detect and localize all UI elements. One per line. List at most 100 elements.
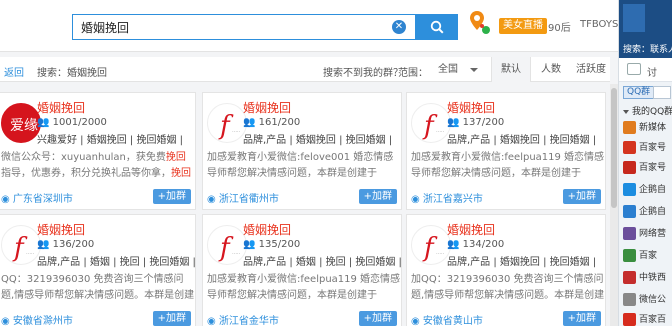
chevron-down-icon xyxy=(470,68,478,72)
card-footer: ◉ 浙江省嘉兴市 +加群 xyxy=(407,185,605,209)
live-badge[interactable]: 美女直播 xyxy=(499,18,547,34)
member-count: 👥 136/200 xyxy=(37,239,94,250)
group-tags: 品牌,产品 | 婚姻挽回 | 挽回婚姻 | xyxy=(447,135,597,146)
qq-group-tab[interactable]: QQ群 xyxy=(623,86,655,99)
location-icon: ◉ xyxy=(411,316,423,326)
user-icon: 👥 xyxy=(37,117,53,128)
group-list-item[interactable]: 百家号 xyxy=(623,160,666,176)
group-list-item[interactable]: 新媒体 xyxy=(623,120,666,136)
group-tags: 品牌,产品 | 婚姻挽回 | 挽回婚姻 | xyxy=(447,257,597,268)
join-group-button[interactable]: +加群 xyxy=(152,311,191,326)
group-list-title: 我的QQ群 xyxy=(632,107,672,117)
group-name[interactable]: 婚姻挽回 xyxy=(243,99,291,116)
back-link[interactable]: 返回 xyxy=(4,64,24,79)
hot-tag-1[interactable]: 90后 xyxy=(548,19,571,34)
range-select[interactable]: 全国 xyxy=(432,61,488,78)
group-avatar xyxy=(623,205,636,218)
group-name[interactable]: 婚姻挽回 xyxy=(447,221,495,238)
group-list-item[interactable]: 网络营 xyxy=(623,226,666,242)
group-name[interactable]: 婚姻挽回 xyxy=(243,221,291,238)
member-count-value: 161/200 xyxy=(258,117,301,128)
card-footer: ◉ 浙江省金华市 +加群 xyxy=(203,307,401,326)
scrollbar[interactable] xyxy=(610,84,618,326)
group-list-item[interactable]: 百家号 xyxy=(623,140,666,156)
group-list-header[interactable]: 我的QQ群 xyxy=(623,104,672,117)
group-description: 加感爱教育小爱微信:felove001 婚恋情感导师帮您解决情感问题，本群是创建… xyxy=(207,152,394,179)
group-list-label: 微信公 xyxy=(639,295,667,305)
group-name[interactable]: 婚姻挽回 xyxy=(447,99,495,116)
group-name[interactable]: 婚姻挽回 xyxy=(37,221,85,238)
tab-discuss[interactable]: 讨 xyxy=(647,64,657,79)
group-card[interactable]: f….. 婚姻挽回 👥 135/200 品牌,产品 | 婚姻 | 挽回 | 挽回… xyxy=(202,214,402,326)
location-icon: ◉ xyxy=(207,194,219,205)
group-avatar xyxy=(623,183,636,196)
group-description: 加感爱教育小爱微信:feelpua119 婚恋情感导师帮您解决情感问题，本群是创… xyxy=(411,152,605,179)
contact-search[interactable]: 搜索：联系人 xyxy=(623,42,672,55)
not-found-link[interactable]: 搜索不到我的群？ xyxy=(323,64,403,79)
location-pin-icon[interactable] xyxy=(468,10,492,36)
svg-text:f: f xyxy=(218,233,234,263)
scrollbar-thumb[interactable] xyxy=(611,88,617,208)
member-count-value: 134/200 xyxy=(462,239,505,250)
location-icon: ◉ xyxy=(1,194,13,205)
chat-icon[interactable] xyxy=(627,63,641,75)
group-list-item[interactable]: 百家 xyxy=(623,248,657,264)
location-icon: ◉ xyxy=(411,194,423,205)
sort-default[interactable]: 默认 xyxy=(491,57,531,82)
group-card[interactable]: f….. 婚姻挽回 👥 161/200 品牌,产品 | 婚姻挽回 | 挽回婚姻 … xyxy=(202,92,402,210)
sort-members[interactable]: 人数 xyxy=(531,57,571,82)
search-input[interactable] xyxy=(73,15,373,39)
card-footer: ◉ 广东省深圳市 +加群 xyxy=(0,185,195,209)
location: ◉ 广东省深圳市 xyxy=(1,190,73,205)
group-name[interactable]: 婚姻挽回 xyxy=(37,99,85,116)
group-list-item[interactable]: 百家百 xyxy=(623,312,666,326)
location: ◉ 安徽省滁州市 xyxy=(1,312,73,326)
group-card[interactable]: f….. 婚姻挽回 👥 137/200 品牌,产品 | 婚姻挽回 | 挽回婚姻 … xyxy=(406,92,606,210)
group-avatar xyxy=(623,313,636,326)
group-card[interactable]: 爱缘 婚姻挽回 👥 1001/2000 兴趣爱好 | 婚姻挽回 | 挽回婚姻 |… xyxy=(0,92,196,210)
group-list-item[interactable]: 中铁西 xyxy=(623,270,666,286)
group-list-label: 新媒体 xyxy=(639,123,667,133)
group-list-label: 百家 xyxy=(639,251,658,261)
desc-highlight: 挽回 xyxy=(165,152,186,163)
location-text: 浙江省嘉兴市 xyxy=(422,194,483,205)
hot-tag-2[interactable]: TFBOYS xyxy=(580,19,618,30)
group-logo: f….. xyxy=(207,225,247,265)
group-card[interactable]: f….. 婚姻挽回 👥 136/200 品牌,产品 | 婚姻 | 挽回 | 挽回… xyxy=(0,214,196,326)
join-group-button[interactable]: +加群 xyxy=(358,189,397,204)
location-text: 广东省深圳市 xyxy=(12,194,73,205)
group-list-item[interactable]: 企鹅自 xyxy=(623,204,666,220)
chevron-down-icon xyxy=(623,109,629,114)
group-avatar xyxy=(623,227,636,240)
card-footer: ◉ 安徽省滁州市 +加群 xyxy=(0,307,195,326)
group-description: 微信公众号：xuyuanhulan，获免费挽回指导，优惠券，积分兑换礼品等你拿，… xyxy=(1,150,195,182)
search-box: ✕ xyxy=(72,14,416,40)
sidebar-filter-button[interactable] xyxy=(653,86,671,99)
group-description: 加感爱教育小爱微信:feelpua119 婚恋情感导师帮您解决情感问题，本群是创… xyxy=(207,274,401,301)
sort-activity[interactable]: 活跃度 xyxy=(571,57,611,82)
join-group-button[interactable]: +加群 xyxy=(152,189,191,204)
group-logo: f….. xyxy=(411,103,451,143)
user-icon: 👥 xyxy=(243,239,259,250)
group-list-label: 网络营 xyxy=(639,229,667,239)
join-group-button[interactable]: +加群 xyxy=(562,311,601,326)
user-icon: 👥 xyxy=(447,239,463,250)
search-button[interactable] xyxy=(416,14,458,40)
group-list-label: 中铁西 xyxy=(639,273,667,283)
group-list-item[interactable]: 微信公 xyxy=(623,292,666,308)
clear-icon[interactable]: ✕ xyxy=(392,20,406,34)
join-group-button[interactable]: +加群 xyxy=(358,311,397,326)
main-panel: ✕ 美女直播 90后 TFBOYS 返回 搜索：婚姻挽回 搜索不到我的群？ 范围… xyxy=(0,0,618,326)
join-group-button[interactable]: +加群 xyxy=(562,189,601,204)
member-count: 👥 161/200 xyxy=(243,117,300,128)
svg-text:…..: ….. xyxy=(232,128,241,134)
range-value: 全国 xyxy=(438,64,458,75)
qq-sidebar: 搜索：联系人 讨 QQ群 我的QQ群 新媒体 百家号 百家号 企鹅自 企鹅自 网… xyxy=(618,0,672,326)
member-count-value: 1001/2000 xyxy=(52,117,107,128)
group-list-item[interactable]: 企鹅自 xyxy=(623,182,666,198)
group-description: 加QQ：3219396030 免费咨询三个情感问题,情感导师帮您解决情感问题。本… xyxy=(411,274,605,301)
group-avatar xyxy=(623,161,636,174)
avatar[interactable] xyxy=(623,4,645,32)
group-card[interactable]: f….. 婚姻挽回 👥 134/200 品牌,产品 | 婚姻挽回 | 挽回婚姻 … xyxy=(406,214,606,326)
member-count-value: 136/200 xyxy=(52,239,95,250)
